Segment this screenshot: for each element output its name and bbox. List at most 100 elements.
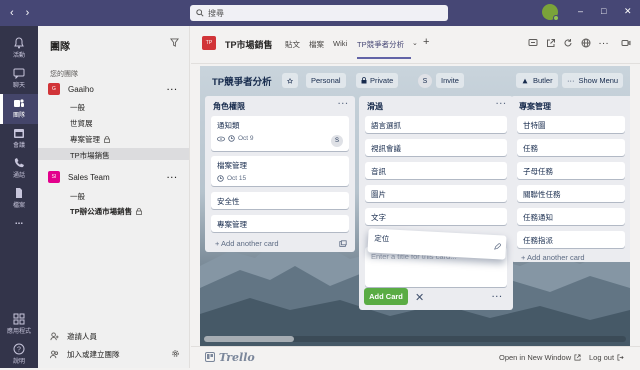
- list-menu-icon[interactable]: ···: [496, 99, 507, 108]
- popout-icon[interactable]: [546, 38, 556, 48]
- card-template-icon[interactable]: [339, 240, 347, 248]
- channel-item-selected[interactable]: TP市場銷售: [70, 150, 110, 161]
- more-icon: ...: [14, 216, 24, 227]
- open-new-window-link[interactable]: Open in New Window: [499, 353, 581, 362]
- card[interactable]: 專案管理: [211, 215, 349, 232]
- team-sales[interactable]: SI Sales Team ···: [48, 170, 188, 184]
- star-icon: [287, 77, 293, 84]
- private-button[interactable]: Private: [356, 73, 399, 88]
- card[interactable]: 語言選抓: [365, 116, 507, 133]
- close-icon[interactable]: ✕: [624, 6, 632, 17]
- tab-files[interactable]: 檔案: [309, 39, 324, 50]
- conversation-icon[interactable]: [528, 38, 538, 48]
- more-options-icon[interactable]: ···: [599, 39, 610, 48]
- card[interactable]: 通知類 Oct 9 S: [211, 116, 349, 151]
- card-title: 定位: [373, 233, 390, 244]
- chat-icon: [13, 68, 25, 79]
- search-input[interactable]: 搜尋: [190, 5, 448, 21]
- rail-teams[interactable]: 團隊: [0, 94, 38, 124]
- channel-item[interactable]: 世貿展: [70, 118, 93, 129]
- channel-item[interactable]: 一般: [70, 191, 85, 202]
- show-menu-button[interactable]: ··· Show Menu: [562, 73, 624, 88]
- board-horizontal-scrollbar[interactable]: [204, 336, 626, 342]
- gear-icon[interactable]: [171, 349, 180, 358]
- card[interactable]: 任務: [517, 139, 625, 156]
- rail-meetings[interactable]: 會議: [0, 124, 38, 154]
- tab-dropdown-chevron-icon[interactable]: ⌄: [412, 39, 418, 47]
- rail-more[interactable]: ...: [0, 216, 38, 246]
- logout-icon: [617, 354, 624, 361]
- add-tab-icon[interactable]: +: [423, 36, 429, 48]
- list-title[interactable]: 角色權限: [213, 101, 245, 112]
- lock-icon: [104, 136, 110, 143]
- card[interactable]: 圖片: [365, 185, 507, 202]
- add-card-button[interactable]: + Add another card: [521, 253, 585, 262]
- tab-posts[interactable]: 貼文: [285, 39, 300, 50]
- board-title[interactable]: TP競爭者分析: [212, 74, 272, 88]
- butler-button[interactable]: Butler: [516, 73, 558, 88]
- card[interactable]: 關聯性任務: [517, 185, 625, 202]
- open-new-window-label: Open in New Window: [499, 353, 572, 362]
- more-options-icon[interactable]: ···: [167, 85, 178, 94]
- card[interactable]: 任務指派: [517, 231, 625, 248]
- member-avatar[interactable]: S: [418, 74, 432, 88]
- invite-people-button[interactable]: 邀請人員: [50, 331, 97, 342]
- card[interactable]: 甘特圖: [517, 116, 625, 133]
- cancel-compose-close-icon[interactable]: ✕: [415, 291, 424, 304]
- channel-label: 一般: [70, 103, 85, 112]
- channel-label: TP辦公通市場銷售: [70, 207, 133, 216]
- team-gaaiho[interactable]: G Gaaiho ···: [48, 82, 188, 96]
- clock-icon: [217, 175, 224, 182]
- card-badges: Oct 9: [217, 135, 343, 142]
- presence-status-icon: [553, 15, 559, 21]
- add-card-button[interactable]: + Add another card: [215, 239, 279, 248]
- rail-apps[interactable]: 應用程式: [0, 310, 38, 340]
- card[interactable]: 子母任務: [517, 162, 625, 179]
- tab-wiki[interactable]: Wiki: [333, 39, 347, 48]
- minimize-icon[interactable]: –: [578, 6, 583, 16]
- rail-activity[interactable]: 活動: [0, 34, 38, 64]
- list-menu-icon[interactable]: ···: [338, 99, 349, 108]
- team-name: Gaaiho: [68, 84, 94, 94]
- back-arrow-icon[interactable]: ‹: [10, 7, 14, 19]
- menu-label: Show Menu: [578, 76, 619, 85]
- filter-icon[interactable]: [170, 38, 179, 47]
- card[interactable]: 檔案管理 Oct 15: [211, 156, 349, 186]
- rail-help[interactable]: ? 說明: [0, 340, 38, 370]
- rail-label: 說明: [12, 359, 25, 365]
- rail-chat[interactable]: 聊天: [0, 64, 38, 94]
- edit-pencil-icon[interactable]: [494, 242, 502, 250]
- panel-title: 團隊: [50, 42, 70, 53]
- list-title[interactable]: 專案管理: [519, 101, 551, 112]
- globe-icon[interactable]: [581, 38, 591, 48]
- personal-button[interactable]: Personal: [306, 73, 346, 88]
- meet-now-icon[interactable]: [621, 38, 631, 48]
- tab-trello[interactable]: TP競爭者分析: [357, 39, 404, 50]
- channel-label: 世貿展: [70, 119, 93, 128]
- rail-files[interactable]: 檔案: [0, 184, 38, 214]
- channel-item[interactable]: TP辦公通市場銷售: [70, 206, 142, 217]
- phone-icon: [14, 158, 24, 168]
- scrollbar-thumb[interactable]: [204, 336, 294, 342]
- compose-options-icon[interactable]: ···: [492, 292, 503, 301]
- add-card-submit-button[interactable]: Add Card: [364, 288, 408, 305]
- list-title[interactable]: 滑過: [367, 101, 383, 112]
- more-options-icon[interactable]: ···: [167, 173, 178, 182]
- join-create-team-button[interactable]: 加入或建立團隊: [50, 349, 120, 360]
- logout-link[interactable]: Log out: [589, 353, 624, 362]
- reload-icon[interactable]: [563, 38, 573, 48]
- card[interactable]: 文字: [365, 208, 507, 225]
- card[interactable]: 安全性: [211, 192, 349, 209]
- channel-item[interactable]: 一般: [70, 102, 85, 113]
- card[interactable]: 視訊會議: [365, 139, 507, 156]
- rail-calls[interactable]: 通話: [0, 154, 38, 184]
- invite-button[interactable]: Invite: [436, 73, 464, 88]
- forward-arrow-icon[interactable]: ›: [26, 7, 30, 19]
- maximize-icon[interactable]: □: [601, 6, 606, 16]
- card[interactable]: 任務通知: [517, 208, 625, 225]
- card-title: 音訊: [371, 167, 386, 176]
- star-button[interactable]: [282, 73, 298, 88]
- rail-label: 會議: [12, 143, 25, 149]
- card[interactable]: 音訊: [365, 162, 507, 179]
- channel-item[interactable]: 專案管理: [70, 134, 110, 145]
